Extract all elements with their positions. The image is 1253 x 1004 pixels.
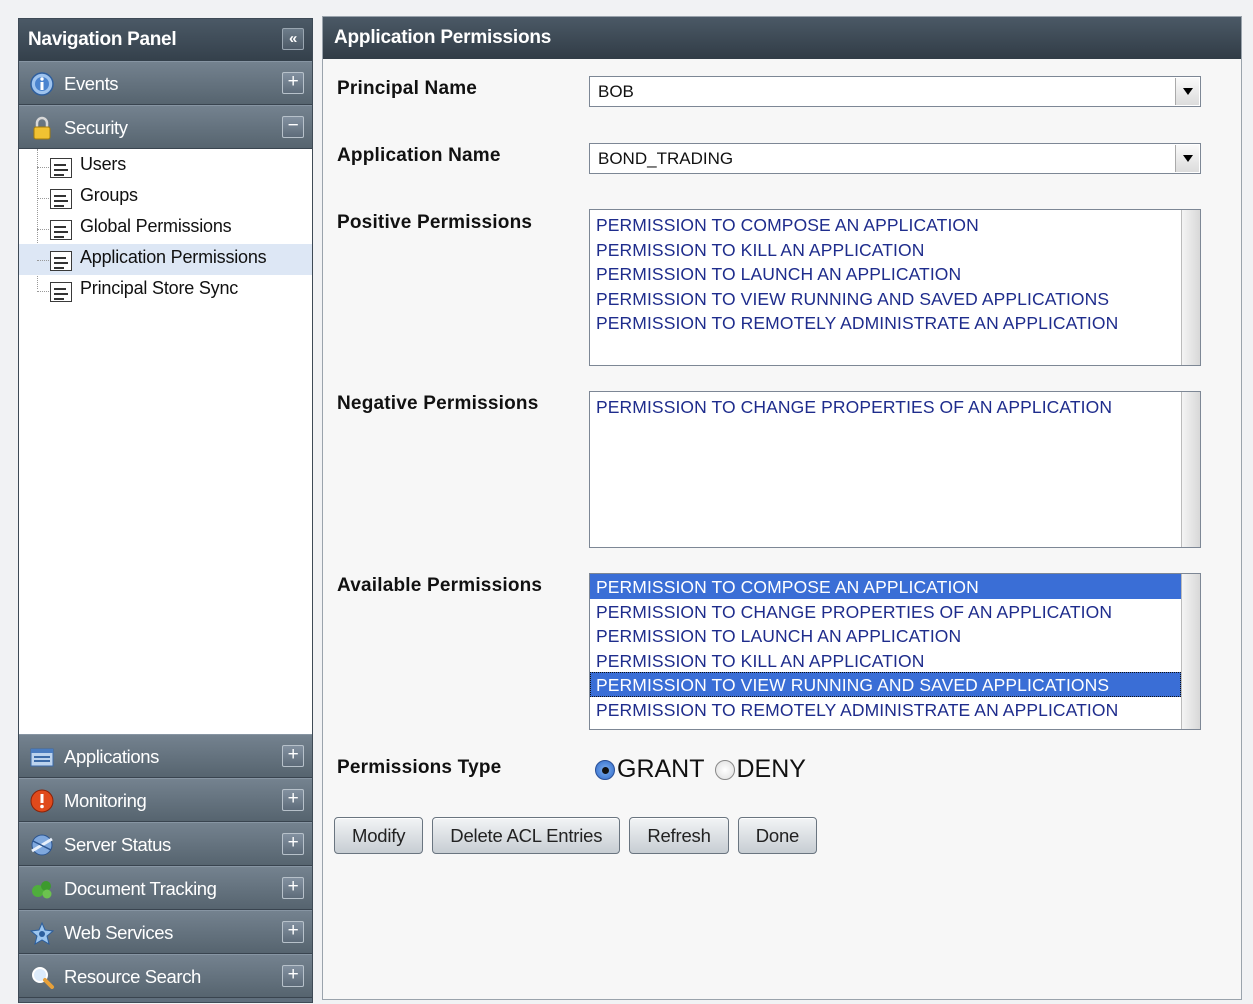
- tree-item-users[interactable]: Users: [19, 151, 312, 182]
- web-services-icon: [29, 921, 55, 946]
- permissions-type-group: GRANT DENY: [595, 755, 806, 784]
- expand-icon[interactable]: +: [282, 965, 304, 987]
- nav-section-label: Applications: [64, 746, 159, 767]
- nav-section-web-services[interactable]: Web Services +: [19, 910, 312, 954]
- form-icon: [50, 251, 72, 271]
- deny-label[interactable]: DENY: [737, 755, 806, 784]
- nav-section-label: Document Tracking: [64, 878, 217, 899]
- tree-item-label: Application Permissions: [80, 247, 267, 267]
- nav-section-label: Events: [64, 73, 119, 94]
- form-icon: [50, 158, 72, 178]
- lock-icon: [29, 116, 55, 140]
- positive-permissions-label: Positive Permissions: [337, 212, 533, 233]
- nav-section-label: Monitoring: [64, 790, 147, 811]
- application-name-value: BOND_TRADING: [598, 149, 734, 168]
- available-permissions-list[interactable]: PERMISSION TO COMPOSE AN APPLICATION PER…: [589, 573, 1201, 730]
- expand-icon[interactable]: +: [282, 789, 304, 811]
- modify-button[interactable]: Modify: [334, 817, 424, 854]
- nav-section-resource-search[interactable]: Resource Search +: [19, 954, 312, 998]
- done-button[interactable]: Done: [737, 817, 818, 854]
- tree-connector: [37, 260, 49, 261]
- form-icon: [50, 282, 72, 302]
- expand-icon[interactable]: +: [282, 877, 304, 899]
- negative-permissions-label: Negative Permissions: [337, 393, 539, 414]
- list-item[interactable]: PERMISSION TO REMOTELY ADMINISTRATE AN A…: [590, 697, 1181, 722]
- expand-icon[interactable]: +: [282, 72, 304, 94]
- list-item[interactable]: PERMISSION TO LAUNCH AN APPLICATION: [590, 261, 1181, 286]
- tree-connector: [37, 198, 49, 199]
- list-item[interactable]: PERMISSION TO LAUNCH AN APPLICATION: [590, 623, 1181, 648]
- navigation-panel: Navigation Panel « Events + Security − U…: [18, 18, 313, 1003]
- tree-item-principal-store-sync[interactable]: Principal Store Sync: [19, 275, 312, 306]
- list-item[interactable]: PERMISSION TO CHANGE PROPERTIES OF AN AP…: [590, 394, 1181, 419]
- list-item-selected[interactable]: PERMISSION TO VIEW RUNNING AND SAVED APP…: [590, 672, 1181, 697]
- tree-item-groups[interactable]: Groups: [19, 182, 312, 213]
- permissions-type-label: Permissions Type: [337, 757, 502, 778]
- principal-name-select[interactable]: BOB: [589, 76, 1201, 107]
- nav-section-applications[interactable]: Applications +: [19, 734, 312, 778]
- tree-item-application-permissions[interactable]: Application Permissions: [19, 244, 312, 275]
- list-item[interactable]: PERMISSION TO COMPOSE AN APPLICATION: [590, 212, 1181, 237]
- form-icon: [50, 220, 72, 240]
- deny-radio[interactable]: [714, 759, 735, 780]
- principal-name-label: Principal Name: [337, 78, 478, 99]
- negative-permissions-list[interactable]: PERMISSION TO CHANGE PROPERTIES OF AN AP…: [589, 391, 1201, 548]
- scrollbar[interactable]: [1181, 210, 1200, 365]
- available-permissions-label: Available Permissions: [337, 575, 543, 596]
- grant-radio[interactable]: [595, 759, 615, 780]
- applications-icon: [29, 745, 55, 769]
- security-tree: Users Groups Global Permissions Applicat…: [19, 149, 312, 734]
- nav-section-monitoring[interactable]: Monitoring +: [19, 778, 312, 822]
- application-name-select[interactable]: BOND_TRADING: [589, 143, 1201, 174]
- tree-item-label: Users: [80, 154, 127, 174]
- nav-section-label: Web Services: [64, 922, 173, 943]
- nav-section-label: Server Status: [64, 834, 171, 855]
- tree-connector: [37, 291, 49, 292]
- navigation-panel-header: Navigation Panel «: [19, 19, 312, 61]
- grant-label[interactable]: GRANT: [617, 755, 705, 784]
- list-item[interactable]: PERMISSION TO VIEW RUNNING AND SAVED APP…: [590, 286, 1181, 311]
- tree-item-label: Groups: [80, 185, 138, 205]
- form-icon: [50, 189, 72, 209]
- server-status-icon: [29, 833, 55, 857]
- scrollbar[interactable]: [1181, 392, 1200, 547]
- navigation-panel-title: Navigation Panel: [28, 29, 177, 50]
- scrollbar[interactable]: [1181, 574, 1200, 729]
- tree-item-global-permissions[interactable]: Global Permissions: [19, 213, 312, 244]
- collapse-icon[interactable]: −: [282, 116, 304, 138]
- list-item-selected[interactable]: PERMISSION TO COMPOSE AN APPLICATION: [590, 574, 1181, 599]
- tree-item-label: Global Permissions: [80, 216, 232, 236]
- principal-name-value: BOB: [598, 82, 634, 101]
- tree-connector: [37, 229, 49, 230]
- list-item[interactable]: PERMISSION TO KILL AN APPLICATION: [590, 237, 1181, 262]
- expand-icon[interactable]: +: [282, 833, 304, 855]
- list-item[interactable]: PERMISSION TO KILL AN APPLICATION: [590, 648, 1181, 673]
- panel-title: Application Permissions: [323, 17, 1241, 59]
- nav-section-events[interactable]: Events +: [19, 61, 312, 105]
- info-icon: [29, 72, 55, 96]
- nav-section-security[interactable]: Security −: [19, 105, 312, 149]
- tree-connector: [37, 167, 49, 168]
- magnifier-icon: [29, 965, 55, 989]
- monitoring-alert-icon: [29, 789, 55, 813]
- application-name-label: Application Name: [337, 145, 501, 166]
- nav-section-server-status[interactable]: Server Status +: [19, 822, 312, 866]
- document-tracking-icon: [29, 877, 55, 901]
- list-item[interactable]: PERMISSION TO REMOTELY ADMINISTRATE AN A…: [590, 310, 1181, 335]
- dropdown-arrow-icon[interactable]: [1175, 78, 1199, 105]
- positive-permissions-list[interactable]: PERMISSION TO COMPOSE AN APPLICATION PER…: [589, 209, 1201, 366]
- collapse-panel-icon[interactable]: «: [282, 28, 304, 50]
- dropdown-arrow-icon[interactable]: [1175, 145, 1199, 172]
- nav-section-label: Resource Search: [64, 966, 201, 987]
- nav-section-document-tracking[interactable]: Document Tracking +: [19, 866, 312, 910]
- nav-section-label: Security: [64, 117, 128, 138]
- expand-icon[interactable]: +: [282, 921, 304, 943]
- refresh-button[interactable]: Refresh: [629, 817, 729, 854]
- application-permissions-panel: Application Permissions Principal Name B…: [322, 16, 1242, 1000]
- action-buttons: Modify Delete ACL Entries Refresh Done: [334, 817, 826, 854]
- list-item[interactable]: PERMISSION TO CHANGE PROPERTIES OF AN AP…: [590, 599, 1181, 624]
- expand-icon[interactable]: +: [282, 745, 304, 767]
- tree-item-label: Principal Store Sync: [80, 278, 239, 298]
- delete-acl-entries-button[interactable]: Delete ACL Entries: [432, 817, 621, 854]
